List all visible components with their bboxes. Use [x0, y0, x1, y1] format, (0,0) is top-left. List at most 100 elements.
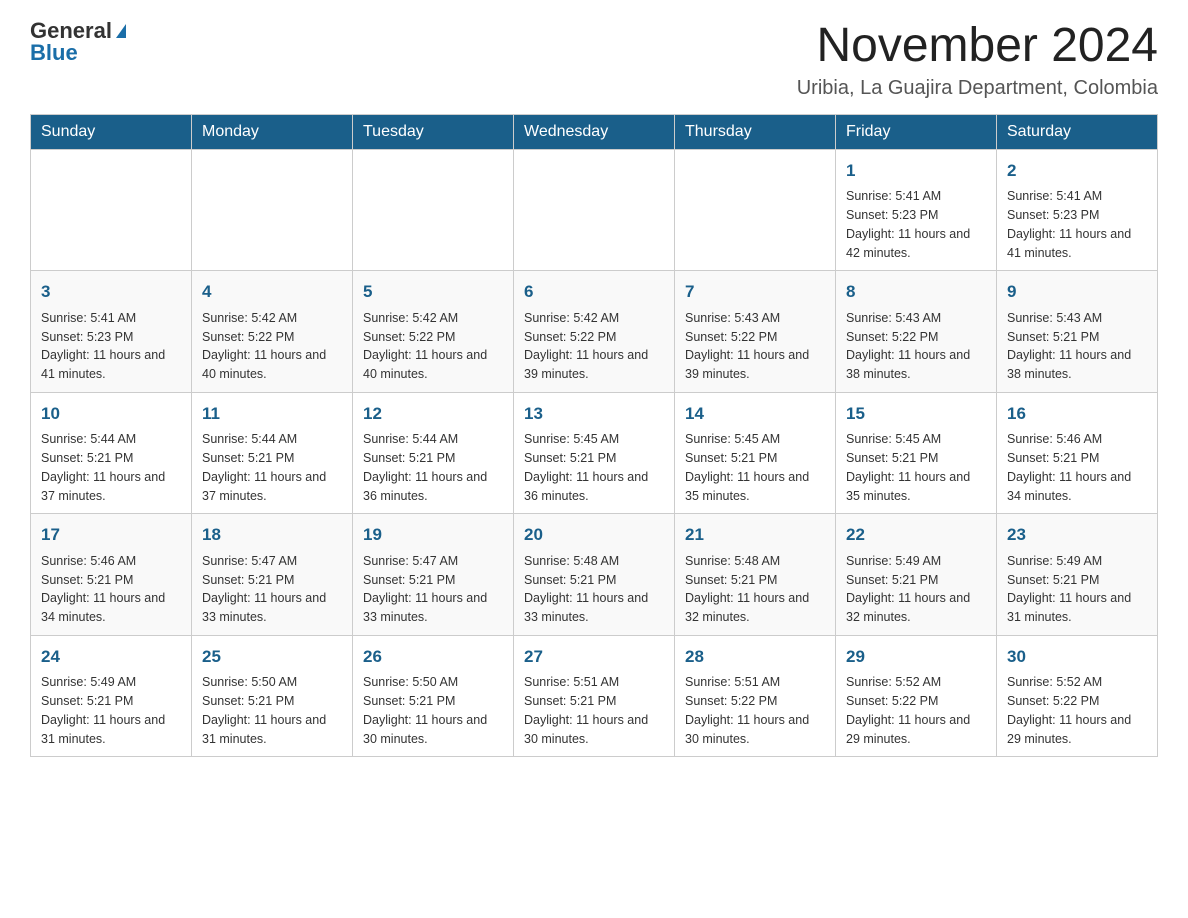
day-info: Sunrise: 5:41 AM Sunset: 5:23 PM Dayligh… — [846, 187, 986, 262]
calendar-day-header: Saturday — [997, 114, 1158, 149]
day-info: Sunrise: 5:43 AM Sunset: 5:22 PM Dayligh… — [846, 309, 986, 384]
calendar-cell: 5 Sunrise: 5:42 AM Sunset: 5:22 PM Daylig… — [353, 271, 514, 393]
calendar-table: SundayMondayTuesdayWednesdayThursdayFrid… — [30, 114, 1158, 758]
day-number: 21 — [685, 522, 825, 548]
day-number: 13 — [524, 401, 664, 427]
calendar-cell: 15Sunrise: 5:45 AM Sunset: 5:21 PM Dayli… — [836, 392, 997, 514]
calendar-cell: 6 Sunrise: 5:42 AM Sunset: 5:22 PM Daylig… — [514, 271, 675, 393]
day-info: Sunrise: 5:42 AM Sunset: 5:22 PM Dayligh… — [202, 309, 342, 384]
day-info: Sunrise: 5:48 AM Sunset: 5:21 PM Dayligh… — [685, 552, 825, 627]
day-info: Sunrise: 5:46 AM Sunset: 5:21 PM Dayligh… — [41, 552, 181, 627]
day-number: 27 — [524, 644, 664, 670]
calendar-day-header: Thursday — [675, 114, 836, 149]
day-number: 10 — [41, 401, 181, 427]
calendar-cell: 10 Sunrise: 5:44 AM Sunset: 5:21 PM Dayli… — [31, 392, 192, 514]
month-title: November 2024 — [797, 20, 1158, 73]
day-number: 8 — [846, 279, 986, 305]
calendar-cell: 20 Sunrise: 5:48 AM Sunset: 5:21 PM Dayli… — [514, 514, 675, 636]
day-info: Sunrise: 5:41 AM Sunset: 5:23 PM Dayligh… — [41, 309, 181, 384]
calendar-cell: 30 Sunrise: 5:52 AM Sunset: 5:22 PM Dayli… — [997, 635, 1158, 757]
calendar-cell: 28Sunrise: 5:51 AM Sunset: 5:22 PM Dayli… — [675, 635, 836, 757]
day-number: 5 — [363, 279, 503, 305]
day-number: 30 — [1007, 644, 1147, 670]
calendar-day-header: Friday — [836, 114, 997, 149]
day-number: 22 — [846, 522, 986, 548]
calendar-day-header: Sunday — [31, 114, 192, 149]
calendar-cell: 26 Sunrise: 5:50 AM Sunset: 5:21 PM Dayli… — [353, 635, 514, 757]
day-info: Sunrise: 5:49 AM Sunset: 5:21 PM Dayligh… — [1007, 552, 1147, 627]
calendar-week-row: 1 Sunrise: 5:41 AM Sunset: 5:23 PM Daylig… — [31, 149, 1158, 271]
logo-blue-text: Blue — [30, 42, 78, 64]
day-info: Sunrise: 5:44 AM Sunset: 5:21 PM Dayligh… — [363, 430, 503, 505]
calendar-cell — [31, 149, 192, 271]
page-header: General Blue November 2024 Uribia, La Gu… — [30, 20, 1158, 100]
calendar-cell: 14 Sunrise: 5:45 AM Sunset: 5:21 PM Dayli… — [675, 392, 836, 514]
calendar-week-row: 24 Sunrise: 5:49 AM Sunset: 5:21 PM Dayli… — [31, 635, 1158, 757]
day-info: Sunrise: 5:42 AM Sunset: 5:22 PM Dayligh… — [524, 309, 664, 384]
day-number: 20 — [524, 522, 664, 548]
day-info: Sunrise: 5:45 AM Sunset: 5:21 PM Dayligh… — [685, 430, 825, 505]
day-number: 1 — [846, 158, 986, 184]
day-info: Sunrise: 5:50 AM Sunset: 5:21 PM Dayligh… — [363, 673, 503, 748]
day-number: 28 — [685, 644, 825, 670]
day-info: Sunrise: 5:51 AM Sunset: 5:21 PM Dayligh… — [524, 673, 664, 748]
calendar-header-row: SundayMondayTuesdayWednesdayThursdayFrid… — [31, 114, 1158, 149]
day-info: Sunrise: 5:45 AM Sunset: 5:21 PM Dayligh… — [846, 430, 986, 505]
day-number: 29 — [846, 644, 986, 670]
calendar-cell: 25Sunrise: 5:50 AM Sunset: 5:21 PM Dayli… — [192, 635, 353, 757]
day-info: Sunrise: 5:49 AM Sunset: 5:21 PM Dayligh… — [41, 673, 181, 748]
day-number: 17 — [41, 522, 181, 548]
day-info: Sunrise: 5:44 AM Sunset: 5:21 PM Dayligh… — [202, 430, 342, 505]
day-info: Sunrise: 5:45 AM Sunset: 5:21 PM Dayligh… — [524, 430, 664, 505]
calendar-cell: 7Sunrise: 5:43 AM Sunset: 5:22 PM Daylig… — [675, 271, 836, 393]
day-number: 16 — [1007, 401, 1147, 427]
day-number: 4 — [202, 279, 342, 305]
calendar-cell: 16 Sunrise: 5:46 AM Sunset: 5:21 PM Dayli… — [997, 392, 1158, 514]
day-number: 9 — [1007, 279, 1147, 305]
day-info: Sunrise: 5:41 AM Sunset: 5:23 PM Dayligh… — [1007, 187, 1147, 262]
calendar-cell: 2Sunrise: 5:41 AM Sunset: 5:23 PM Daylig… — [997, 149, 1158, 271]
day-number: 23 — [1007, 522, 1147, 548]
calendar-cell: 8 Sunrise: 5:43 AM Sunset: 5:22 PM Daylig… — [836, 271, 997, 393]
day-number: 3 — [41, 279, 181, 305]
day-number: 12 — [363, 401, 503, 427]
day-number: 14 — [685, 401, 825, 427]
day-number: 19 — [363, 522, 503, 548]
day-number: 6 — [524, 279, 664, 305]
calendar-cell: 17 Sunrise: 5:46 AM Sunset: 5:21 PM Dayli… — [31, 514, 192, 636]
calendar-cell: 12 Sunrise: 5:44 AM Sunset: 5:21 PM Dayli… — [353, 392, 514, 514]
calendar-cell: 22Sunrise: 5:49 AM Sunset: 5:21 PM Dayli… — [836, 514, 997, 636]
location-title: Uribia, La Guajira Department, Colombia — [797, 77, 1158, 100]
calendar-cell: 3 Sunrise: 5:41 AM Sunset: 5:23 PM Daylig… — [31, 271, 192, 393]
day-number: 26 — [363, 644, 503, 670]
day-number: 18 — [202, 522, 342, 548]
logo-general-text: General — [30, 20, 112, 42]
day-info: Sunrise: 5:46 AM Sunset: 5:21 PM Dayligh… — [1007, 430, 1147, 505]
calendar-cell — [192, 149, 353, 271]
calendar-cell: 19 Sunrise: 5:47 AM Sunset: 5:21 PM Dayli… — [353, 514, 514, 636]
day-info: Sunrise: 5:47 AM Sunset: 5:21 PM Dayligh… — [202, 552, 342, 627]
day-number: 24 — [41, 644, 181, 670]
title-block: November 2024 Uribia, La Guajira Departm… — [797, 20, 1158, 100]
day-info: Sunrise: 5:52 AM Sunset: 5:22 PM Dayligh… — [846, 673, 986, 748]
calendar-week-row: 10 Sunrise: 5:44 AM Sunset: 5:21 PM Dayli… — [31, 392, 1158, 514]
day-info: Sunrise: 5:42 AM Sunset: 5:22 PM Dayligh… — [363, 309, 503, 384]
calendar-cell: 29 Sunrise: 5:52 AM Sunset: 5:22 PM Dayli… — [836, 635, 997, 757]
calendar-cell: 13 Sunrise: 5:45 AM Sunset: 5:21 PM Dayli… — [514, 392, 675, 514]
day-info: Sunrise: 5:48 AM Sunset: 5:21 PM Dayligh… — [524, 552, 664, 627]
day-info: Sunrise: 5:52 AM Sunset: 5:22 PM Dayligh… — [1007, 673, 1147, 748]
calendar-cell: 24 Sunrise: 5:49 AM Sunset: 5:21 PM Dayli… — [31, 635, 192, 757]
calendar-day-header: Tuesday — [353, 114, 514, 149]
day-number: 11 — [202, 401, 342, 427]
calendar-cell — [514, 149, 675, 271]
logo-triangle-icon — [116, 24, 126, 38]
logo: General Blue — [30, 20, 126, 64]
calendar-cell: 18 Sunrise: 5:47 AM Sunset: 5:21 PM Dayli… — [192, 514, 353, 636]
calendar-cell: 11 Sunrise: 5:44 AM Sunset: 5:21 PM Dayli… — [192, 392, 353, 514]
day-info: Sunrise: 5:44 AM Sunset: 5:21 PM Dayligh… — [41, 430, 181, 505]
calendar-cell: 21 Sunrise: 5:48 AM Sunset: 5:21 PM Dayli… — [675, 514, 836, 636]
calendar-cell: 27 Sunrise: 5:51 AM Sunset: 5:21 PM Dayli… — [514, 635, 675, 757]
day-info: Sunrise: 5:47 AM Sunset: 5:21 PM Dayligh… — [363, 552, 503, 627]
calendar-cell: 4 Sunrise: 5:42 AM Sunset: 5:22 PM Daylig… — [192, 271, 353, 393]
day-number: 7 — [685, 279, 825, 305]
